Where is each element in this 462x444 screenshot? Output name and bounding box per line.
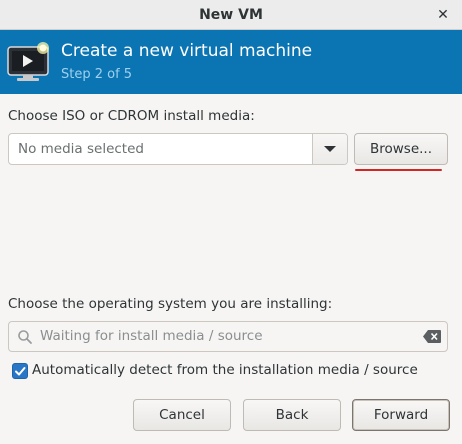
window-title: New VM [199,7,263,23]
forward-button[interactable]: Forward [352,399,450,431]
auto-detect-checkbox[interactable] [12,363,28,379]
combo-dropdown-button[interactable] [312,134,347,164]
wizard-heading: Create a new virtual machine [61,41,313,61]
install-media-value[interactable]: No media selected [18,134,144,164]
os-search-placeholder: Waiting for install media / source [40,328,263,344]
wizard-step: Step 2 of 5 [61,67,133,82]
search-icon [18,330,32,344]
cancel-button[interactable]: Cancel [133,399,231,431]
back-button[interactable]: Back [243,399,341,431]
install-media-combo[interactable]: No media selected [8,133,348,165]
checkmark-icon [15,367,26,376]
os-select-label: Choose the operating system you are inst… [8,296,333,312]
browse-button[interactable]: Browse... [354,133,448,165]
wizard-header: Create a new virtual machine Step 2 of 5 [0,30,462,94]
os-search-input[interactable]: Waiting for install media / source [8,321,448,352]
auto-detect-label[interactable]: Automatically detect from the installati… [32,362,418,378]
chevron-down-icon [324,146,336,152]
install-media-label: Choose ISO or CDROM install media: [8,108,255,124]
clear-icon[interactable] [423,330,441,343]
title-bar: New VM ✕ [0,0,462,30]
close-icon[interactable]: ✕ [432,4,454,26]
vm-monitor-icon [7,42,49,81]
new-vm-window: New VM ✕ Create a new virtual machine St… [0,0,462,444]
highlight-underline [355,169,442,171]
